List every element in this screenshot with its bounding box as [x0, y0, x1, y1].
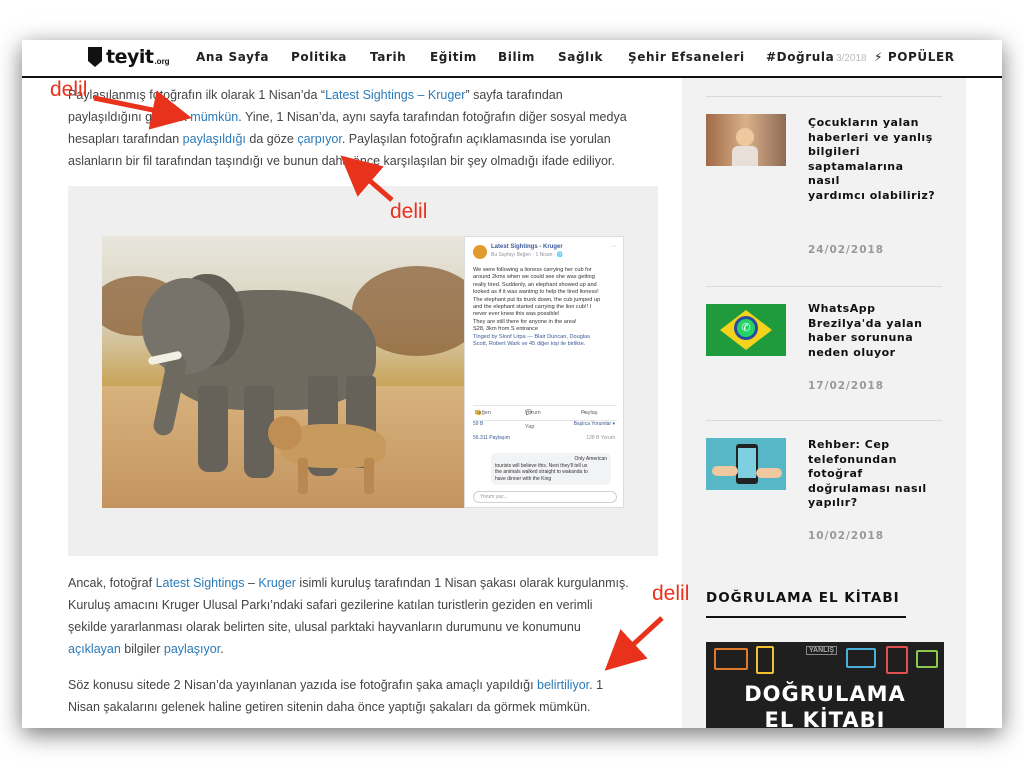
annotation-arrow [604, 616, 664, 671]
browser-page: teyit .org Ana Sayfa Politika Tarih Eğit… [22, 40, 1002, 728]
annotation-arrow [340, 155, 394, 202]
annotation-arrow [93, 90, 192, 130]
annotation-arrows [93, 90, 664, 671]
